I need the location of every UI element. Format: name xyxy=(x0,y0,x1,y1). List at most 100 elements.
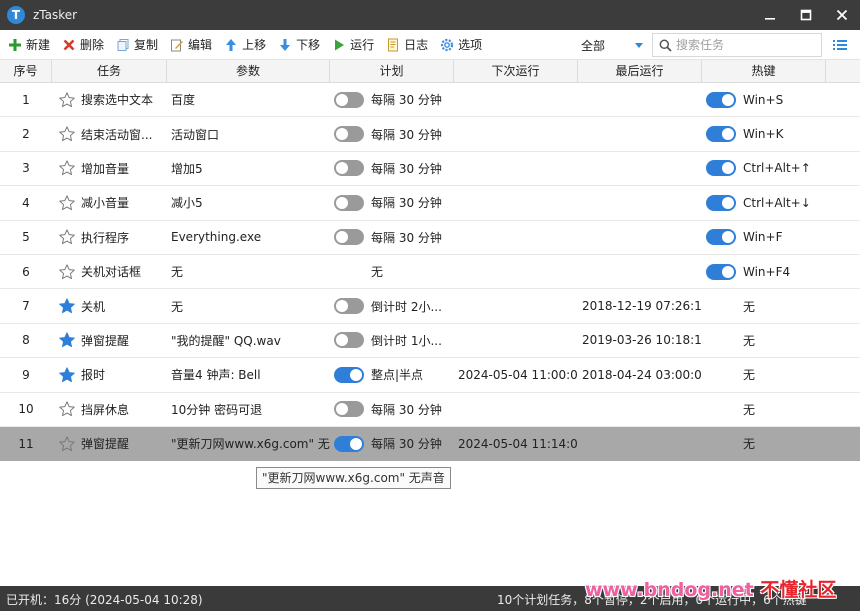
task-cell: 关机对话框 xyxy=(52,255,167,288)
table-row[interactable]: 11 弹窗提醒 "更新刀网www.x6g.com" 无... 每隔 30 分钟 2024… xyxy=(0,426,860,462)
star-outline-icon[interactable] xyxy=(58,262,78,282)
copy-icon xyxy=(116,38,130,52)
table-row[interactable]: 4 减小音量 减小5 每隔 30 分钟 Ctrl+Alt+↓ xyxy=(0,186,860,221)
move-up-button[interactable]: 上移 xyxy=(218,33,272,57)
copy-task-button[interactable]: 复制 xyxy=(110,33,164,57)
star-outline-icon[interactable] xyxy=(58,399,78,419)
plan-toggle-switch[interactable] xyxy=(334,194,364,211)
hotkey-text: 无 xyxy=(743,402,756,417)
star-outline-icon[interactable] xyxy=(58,158,78,178)
table-row[interactable]: 7 关机 无 倒计时 2小... 2018-12-19 07:26:18 无 xyxy=(0,289,860,324)
arrow-down-icon xyxy=(278,38,292,52)
param-cell: 无 xyxy=(171,299,184,314)
param-cell: 活动窗口 xyxy=(171,127,220,142)
plan-toggle-switch[interactable] xyxy=(334,126,364,143)
table-row[interactable]: 1 搜索选中文本 百度 每隔 30 分钟 Win+S xyxy=(0,83,860,118)
title-bar: T zTasker xyxy=(0,0,860,30)
plan-toggle-switch[interactable] xyxy=(334,401,364,418)
run-task-button[interactable]: 运行 xyxy=(326,33,380,57)
task-cell: 弹窗提醒 xyxy=(52,324,167,357)
header-param[interactable]: 参数 xyxy=(167,60,330,83)
header-last-run[interactable]: 最后运行 xyxy=(578,60,702,83)
plan-cell: 每隔 30 分钟 xyxy=(330,186,454,219)
search-input[interactable] xyxy=(676,38,816,52)
header-task[interactable]: 任务 xyxy=(52,60,167,83)
header-next-run[interactable]: 下次运行 xyxy=(454,60,578,83)
plan-toggle-switch[interactable] xyxy=(334,366,364,383)
hotkey-text: 无 xyxy=(743,333,756,348)
param-cell: "我的提醒" QQ.wav xyxy=(171,333,281,348)
star-outline-icon[interactable] xyxy=(58,193,78,213)
header-plan[interactable]: 计划 xyxy=(330,60,454,83)
param-cell: 10分钟 密码可退 xyxy=(171,402,263,417)
close-button[interactable] xyxy=(824,0,860,30)
table-row[interactable]: 10 挡屏休息 10分钟 密码可退 每隔 30 分钟 无 xyxy=(0,393,860,427)
hotkey-cell: Win+K xyxy=(702,117,826,150)
edit-task-label: 编辑 xyxy=(188,38,213,52)
uptime-status: 已开机：16分 (2024-05-04 10:28) xyxy=(6,593,203,607)
move-up-label: 上移 xyxy=(242,38,267,52)
hotkey-text: Win+F xyxy=(743,230,783,245)
star-outline-icon[interactable] xyxy=(58,434,78,454)
plan-text: 每隔 30 分钟 xyxy=(371,127,442,142)
list-icon xyxy=(833,40,847,50)
star-filled-icon[interactable] xyxy=(58,296,78,316)
hotkey-toggle-switch[interactable] xyxy=(706,194,736,211)
chevron-down-icon xyxy=(635,43,643,48)
hotkey-toggle-switch[interactable] xyxy=(706,263,736,280)
plan-toggle-switch[interactable] xyxy=(334,332,364,349)
log-button[interactable]: 日志 xyxy=(380,33,434,57)
hotkey-toggle-switch[interactable] xyxy=(706,229,736,246)
star-filled-icon[interactable] xyxy=(58,330,78,350)
row-index: 9 xyxy=(22,367,30,382)
maximize-button[interactable] xyxy=(788,0,824,30)
hotkey-toggle-switch[interactable] xyxy=(706,160,736,177)
delete-task-button[interactable]: 删除 xyxy=(56,33,110,57)
last-run-cell xyxy=(578,221,702,254)
list-view-button[interactable] xyxy=(826,33,854,57)
edit-task-button[interactable]: 编辑 xyxy=(164,33,218,57)
hotkey-cell: 无 xyxy=(702,393,826,426)
plan-text: 每隔 30 分钟 xyxy=(371,230,442,245)
next-run-cell: 2024-05-04 11:00:00 xyxy=(458,367,578,382)
table-row[interactable]: 9 报时 音量4 钟声: Bell 整点|半点 2024-05-04 11:00:00 2… xyxy=(0,358,860,393)
hotkey-toggle-switch[interactable] xyxy=(706,91,736,108)
plan-text: 每隔 30 分钟 xyxy=(371,93,442,108)
app-logo-icon: T xyxy=(7,6,25,24)
star-outline-icon[interactable] xyxy=(58,90,78,110)
hotkey-cell: Win+F4 xyxy=(702,255,826,288)
options-button[interactable]: 选项 xyxy=(434,33,488,57)
table-row[interactable]: 5 执行程序 Everything.exe 每隔 30 分钟 Win+F xyxy=(0,221,860,255)
table-row[interactable]: 3 增加音量 增加5 每隔 30 分钟 Ctrl+Alt+↑ xyxy=(0,152,860,187)
new-task-button[interactable]: 新建 xyxy=(2,33,56,57)
table-row[interactable]: 8 弹窗提醒 "我的提醒" QQ.wav 倒计时 1小... 2019-03-26 10… xyxy=(0,324,860,359)
plan-toggle-switch[interactable] xyxy=(334,229,364,246)
next-run-cell xyxy=(454,186,578,219)
plan-toggle-switch[interactable] xyxy=(334,160,364,177)
plan-cell: 倒计时 2小... xyxy=(330,289,454,322)
header-index[interactable]: 序号 xyxy=(0,60,52,83)
table-row[interactable]: 2 结束活动窗... 活动窗口 每隔 30 分钟 Win+K xyxy=(0,117,860,152)
plan-toggle-switch[interactable] xyxy=(334,435,364,452)
header-hotkey[interactable]: 热键 xyxy=(702,60,826,83)
hotkey-toggle-switch[interactable] xyxy=(706,126,736,143)
plan-cell: 每隔 30 分钟 xyxy=(330,393,454,426)
search-icon xyxy=(659,39,672,52)
star-outline-icon[interactable] xyxy=(58,124,78,144)
plan-toggle-switch[interactable] xyxy=(334,91,364,108)
task-cell: 挡屏休息 xyxy=(52,393,167,426)
hotkey-cell: Win+F xyxy=(702,221,826,254)
delete-task-label: 删除 xyxy=(80,38,105,52)
minimize-button[interactable] xyxy=(752,0,788,30)
move-down-button[interactable]: 下移 xyxy=(272,33,326,57)
last-run-cell xyxy=(578,255,702,288)
last-run-cell: 2018-04-24 03:00:00 xyxy=(582,367,702,382)
star-outline-icon[interactable] xyxy=(58,227,78,247)
plan-toggle-switch[interactable] xyxy=(334,298,364,315)
table-row[interactable]: 6 关机对话框 无 无 Win+F4 xyxy=(0,255,860,290)
next-run-cell xyxy=(454,255,578,288)
star-filled-icon[interactable] xyxy=(58,365,78,385)
param-cell: 减小5 xyxy=(171,196,203,211)
task-cell: 关机 xyxy=(52,289,167,322)
task-filter-dropdown[interactable]: 全部 xyxy=(575,33,650,57)
